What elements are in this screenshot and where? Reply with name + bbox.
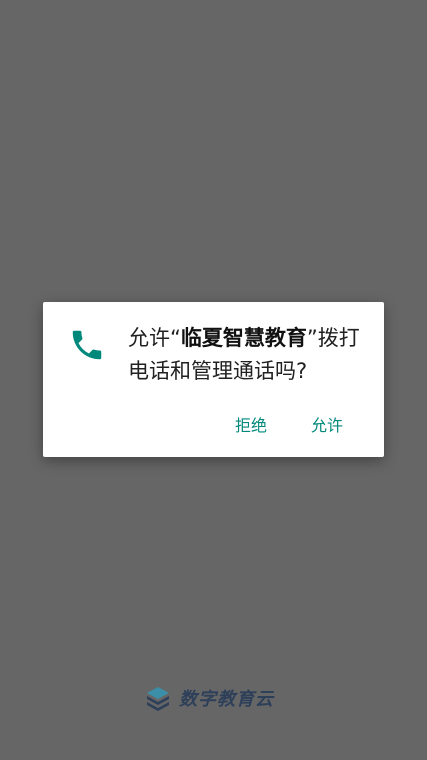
brand-name: 数字教育云 [179,689,274,710]
book-stack-logo [147,687,169,711]
deny-button[interactable]: 拒绝 [235,412,267,436]
permission-message: 允许“临夏智慧教育”拨打电话和管理通话吗? [128,322,366,388]
phone-icon [72,330,102,360]
permission-dialog: 允许“临夏智慧教育”拨打电话和管理通话吗? 拒绝 允许 [43,302,384,457]
brand-footer: 数字教育云 [145,684,274,712]
message-prefix: 允许“ [128,326,181,350]
app-name: 临夏智慧教育 [180,326,307,350]
allow-button[interactable]: 允许 [311,412,343,436]
